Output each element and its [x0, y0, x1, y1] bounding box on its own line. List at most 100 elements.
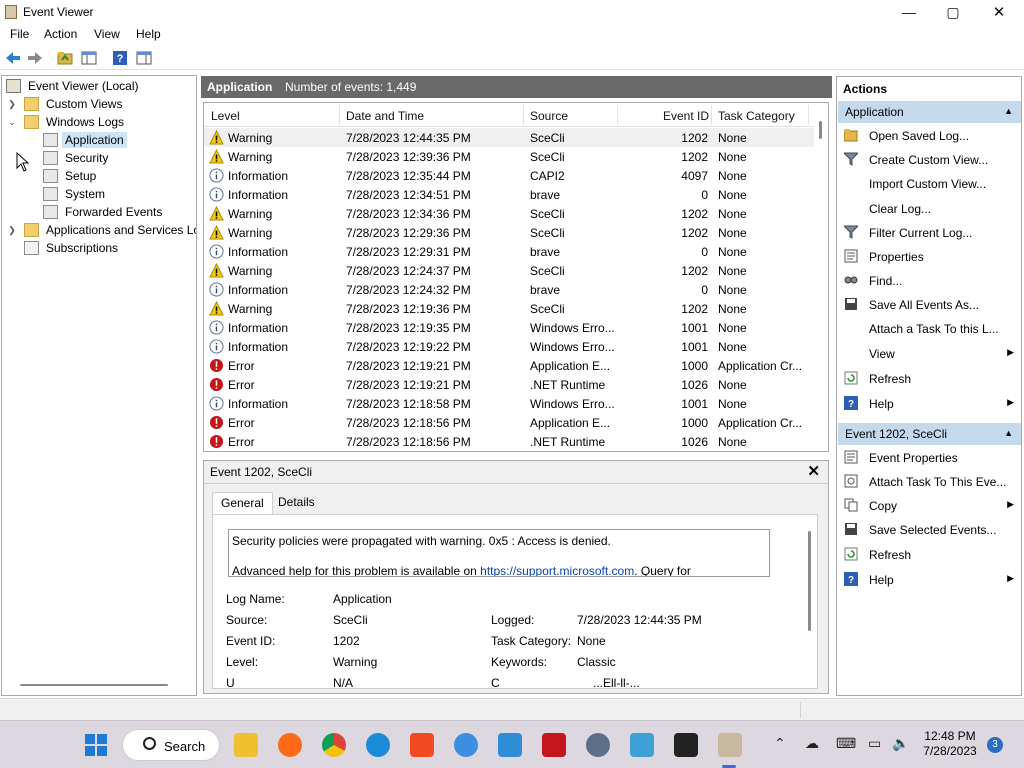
- back-icon[interactable]: [4, 49, 22, 67]
- column-level[interactable]: Level: [211, 109, 240, 123]
- table-row[interactable]: Information 7/28/2023 12:19:22 PM Windows …: [204, 337, 816, 356]
- settings-icon[interactable]: [586, 733, 610, 757]
- chevron-right-icon[interactable]: ❯: [7, 225, 17, 236]
- tree-item-custom-views[interactable]: Custom Views: [24, 95, 125, 113]
- action-clear-log[interactable]: Clear Log...: [837, 198, 1021, 220]
- chevron-up-icon[interactable]: ⌃: [774, 735, 786, 752]
- table-row[interactable]: Error 7/28/2023 12:18:56 PM .NET Runtime 10…: [204, 432, 816, 451]
- close-icon[interactable]: ✕: [807, 462, 820, 480]
- table-row[interactable]: Error 7/28/2023 12:19:21 PM .NET Runtime 10…: [204, 375, 816, 394]
- action-filter-current-log[interactable]: Filter Current Log...: [837, 222, 1021, 244]
- collapse-icon[interactable]: ▲: [1004, 428, 1013, 438]
- table-row[interactable]: Warning 7/28/2023 12:34:36 PM SceCli 1202 No…: [204, 204, 816, 223]
- tab-details[interactable]: Details: [270, 492, 323, 514]
- table-row[interactable]: Warning 7/28/2023 12:19:36 PM SceCli 1202 No…: [204, 299, 816, 318]
- tree-item-system[interactable]: System: [43, 185, 108, 203]
- minimize-button[interactable]: —: [886, 0, 932, 24]
- scroll-thumb[interactable]: [819, 121, 822, 139]
- detail-scrollbar[interactable]: [808, 531, 811, 631]
- action-view[interactable]: View ▶: [837, 343, 1021, 365]
- file-explorer-icon[interactable]: [234, 733, 258, 757]
- help-icon[interactable]: ?: [111, 49, 129, 67]
- tree-item-application[interactable]: Application: [43, 131, 127, 149]
- table-row[interactable]: Warning 7/28/2023 12:39:36 PM SceCli 1202 No…: [204, 147, 816, 166]
- tree-item-windows-logs[interactable]: Windows Logs: [24, 113, 127, 131]
- notepad-icon[interactable]: [630, 733, 654, 757]
- action-copy[interactable]: Copy ▶: [837, 495, 1021, 517]
- table-row[interactable]: Information 7/28/2023 12:24:32 PM brave 0 No…: [204, 280, 816, 299]
- paint-icon[interactable]: [498, 733, 522, 757]
- tree-item-security[interactable]: Security: [43, 149, 111, 167]
- table-row[interactable]: Error 7/28/2023 12:19:21 PM Application E.…: [204, 356, 816, 375]
- 7zip-icon[interactable]: [674, 733, 698, 757]
- message-prefix: Advanced help for this problem is availa…: [232, 564, 481, 577]
- column-date-time[interactable]: Date and Time: [346, 109, 424, 123]
- tree-item-event-viewer-local[interactable]: Event Viewer (Local): [6, 77, 142, 95]
- qbittorrent-icon[interactable]: [454, 733, 478, 757]
- up-folder-icon[interactable]: [56, 49, 74, 67]
- support-link[interactable]: https://support.microsoft.com: [480, 564, 634, 576]
- action-save-selected-events[interactable]: Save Selected Events...: [837, 519, 1021, 541]
- show-hide-tree-icon[interactable]: [80, 49, 98, 67]
- action-import-custom-view[interactable]: Import Custom View...: [837, 173, 1021, 195]
- clock[interactable]: 12:48 PM 7/28/2023: [915, 729, 985, 759]
- action-create-custom-view[interactable]: Create Custom View...: [837, 149, 1021, 171]
- show-action-pane-icon[interactable]: [135, 49, 153, 67]
- action-refresh[interactable]: Refresh: [837, 544, 1021, 566]
- table-row[interactable]: Information 7/28/2023 12:34:51 PM brave 0 No…: [204, 185, 816, 204]
- action-event-properties[interactable]: Event Properties: [837, 447, 1021, 469]
- edge-icon[interactable]: [366, 733, 390, 757]
- brave-icon[interactable]: [410, 733, 434, 757]
- vertical-scrollbar[interactable]: [814, 103, 828, 451]
- action-attach-a-task-to-this-l[interactable]: Attach a Task To this L...: [837, 318, 1021, 340]
- table-row[interactable]: Error 7/28/2023 12:18:56 PM Application E.…: [204, 413, 816, 432]
- action-find[interactable]: Find...: [837, 270, 1021, 292]
- menu-action[interactable]: Action: [44, 27, 77, 41]
- tree-item-setup[interactable]: Setup: [43, 167, 99, 185]
- action-properties[interactable]: Properties: [837, 246, 1021, 268]
- tree-item-subscriptions[interactable]: Subscriptions: [24, 239, 121, 257]
- action-help[interactable]: ? Help ▶: [837, 393, 1021, 415]
- firefox-icon[interactable]: [278, 733, 302, 757]
- action-attach-task-to-this-eve[interactable]: Attach Task To This Eve...: [837, 471, 1021, 493]
- close-button[interactable]: ✕: [976, 0, 1022, 24]
- collapse-icon[interactable]: ▲: [1004, 106, 1013, 116]
- volume-icon[interactable]: 🔈: [892, 735, 909, 752]
- action-refresh[interactable]: Refresh: [837, 368, 1021, 390]
- tree-item-applications-and-services[interactable]: Applications and Services Lo: [24, 221, 196, 239]
- column-source[interactable]: Source: [530, 109, 568, 123]
- table-row[interactable]: Information 7/28/2023 12:19:35 PM Windows …: [204, 318, 816, 337]
- table-row[interactable]: Warning 7/28/2023 12:29:36 PM SceCli 1202 No…: [204, 223, 816, 242]
- menu-help[interactable]: Help: [136, 27, 161, 41]
- keyboard-icon[interactable]: ⌨: [836, 735, 856, 752]
- network-icon[interactable]: ▭: [868, 735, 881, 752]
- start-icon[interactable]: [84, 733, 108, 757]
- column-event-id[interactable]: Event ID: [663, 109, 709, 123]
- action-save-all-events-as[interactable]: Save All Events As...: [837, 294, 1021, 316]
- column-task-category[interactable]: Task Category: [718, 109, 795, 123]
- table-row[interactable]: Information 7/28/2023 12:29:31 PM brave 0 No…: [204, 242, 816, 261]
- table-row[interactable]: Information 7/28/2023 12:18:58 PM Windows …: [204, 394, 816, 413]
- menu-view[interactable]: View: [94, 27, 120, 41]
- action-help[interactable]: ? Help ▶: [837, 569, 1021, 591]
- chevron-right-icon[interactable]: ❯: [7, 99, 17, 110]
- cloud-icon[interactable]: ☁: [805, 735, 819, 752]
- table-row[interactable]: Warning 7/28/2023 12:44:35 PM SceCli 1202 No…: [204, 128, 816, 147]
- table-row[interactable]: Information 7/28/2023 12:35:44 PM CAPI2 409…: [204, 166, 816, 185]
- event-viewer-taskbar-icon[interactable]: [718, 733, 742, 757]
- actions-section-event[interactable]: Event 1202, SceCli ▲: [838, 423, 1021, 445]
- forward-icon[interactable]: [26, 49, 44, 67]
- table-row[interactable]: Warning 7/28/2023 12:24:37 PM SceCli 1202 No…: [204, 261, 816, 280]
- action-open-saved-log[interactable]: Open Saved Log...: [837, 125, 1021, 147]
- actions-section-application[interactable]: Application ▲: [838, 101, 1021, 123]
- horizontal-scrollbar[interactable]: [20, 684, 168, 686]
- maximize-button[interactable]: ▢: [930, 0, 976, 24]
- chevron-down-icon[interactable]: ⌄: [7, 117, 17, 128]
- chrome-icon[interactable]: [322, 733, 346, 757]
- taskbar-search[interactable]: Search: [122, 729, 220, 761]
- tab-general[interactable]: General: [212, 492, 273, 514]
- menu-file[interactable]: File: [10, 27, 29, 41]
- notification-badge[interactable]: 3: [987, 737, 1003, 753]
- tree-item-forwarded-events[interactable]: Forwarded Events: [43, 203, 165, 221]
- acrobat-icon[interactable]: [542, 733, 566, 757]
